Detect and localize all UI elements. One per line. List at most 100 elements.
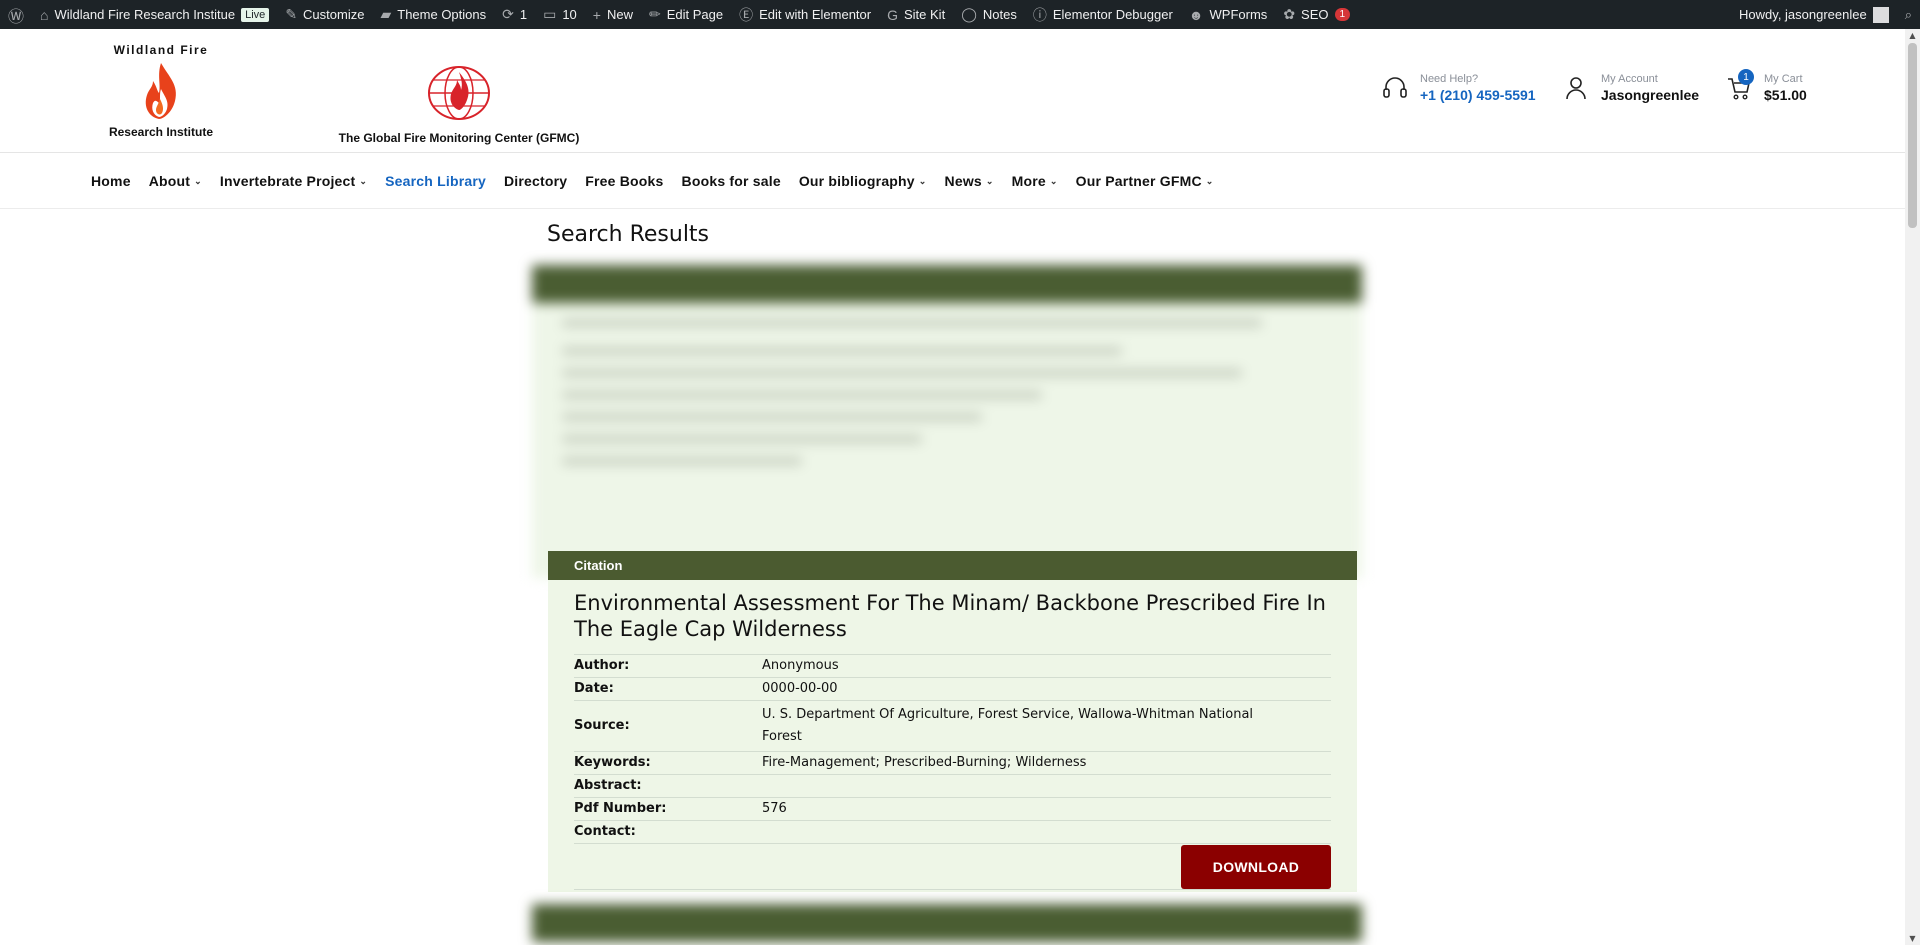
google-icon: G [887, 6, 898, 23]
theme-options-label: Theme Options [397, 7, 487, 22]
table-row: Abstract: [574, 774, 1331, 798]
site-kit-link[interactable]: G Site Kit [879, 0, 953, 29]
globe-fire-icon [428, 66, 490, 120]
wpforms-icon: ☻ [1188, 6, 1204, 23]
customize-link[interactable]: ✎ Customize [277, 0, 372, 29]
table-row: Date: 0000-00-00 [574, 677, 1331, 701]
nav-bibliography-label: Our bibliography [798, 173, 915, 189]
row-value: Fire-Management; Prescribed-Burning; Wil… [762, 751, 1331, 775]
new-label: New [606, 7, 633, 22]
refresh-icon: ⟳ [502, 6, 514, 22]
wfri-logo-line1: Wildland Fire [113, 43, 209, 57]
nav-books-for-sale[interactable]: Books for sale [682, 173, 781, 189]
blurred-card-body [532, 303, 1362, 578]
wordpress-menu[interactable]: Ⓦ [0, 0, 32, 29]
account-username: Jasongreenlee [1601, 87, 1700, 103]
nav-partner-label: Our Partner GFMC [1075, 173, 1202, 189]
nav-directory-label: Directory [504, 173, 568, 189]
wpforms-label: WPForms [1209, 7, 1268, 22]
seo-label: SEO [1301, 7, 1329, 22]
my-account-block[interactable]: My Account Jasongreenlee [1561, 73, 1699, 103]
user-icon [1561, 73, 1591, 103]
search-icon: ⌕ [1904, 6, 1912, 22]
wpforms-link[interactable]: ☻ WPForms [1181, 0, 1276, 29]
avatar [1872, 6, 1889, 23]
nav-home-label: Home [91, 173, 131, 189]
chevron-down-icon: ⌄ [918, 175, 927, 186]
nav-about[interactable]: About ⌄ [149, 173, 202, 189]
home-icon: ⌂ [40, 6, 49, 23]
row-value [762, 774, 1331, 798]
row-value: U. S. Department Of Agriculture, Forest … [762, 700, 1331, 752]
elementor-icon: Ⓔ [739, 6, 754, 23]
nav-free-books[interactable]: Free Books [585, 173, 663, 189]
chevron-down-icon: ⌄ [194, 175, 202, 186]
live-badge: Live [241, 7, 270, 22]
elementor-label: Edit with Elementor [759, 7, 872, 22]
comments-link[interactable]: ▭ 10 [535, 0, 585, 29]
blurred-result-card [532, 265, 1362, 578]
scrollbar-thumb[interactable] [1908, 43, 1917, 228]
row-value [762, 820, 1331, 844]
row-value: 576 [762, 797, 1331, 821]
nav-directory[interactable]: Directory [504, 173, 567, 189]
site-kit-label: Site Kit [904, 7, 946, 22]
row-label: Contact: [574, 820, 762, 844]
nav-our-bibliography[interactable]: Our bibliography ⌄ [799, 173, 927, 189]
my-cart-label: My Cart [1764, 73, 1803, 85]
flame-icon [145, 63, 176, 119]
nav-our-partner-gfmc[interactable]: Our Partner GFMC ⌄ [1076, 173, 1214, 189]
chevron-down-icon: ⌄ [985, 175, 994, 186]
nav-news[interactable]: News ⌄ [945, 173, 994, 189]
wfri-logo-line2: Research Institute [108, 125, 214, 139]
edit-page-link[interactable]: ✏ Edit Page [641, 0, 731, 29]
scroll-up-icon[interactable]: ▲ [1905, 31, 1920, 40]
download-row: DOWNLOAD [574, 844, 1331, 890]
row-label: Abstract: [574, 774, 762, 798]
my-account-menu[interactable]: Howdy, jasongreenlee [1731, 0, 1897, 29]
elementor-debugger-link[interactable]: ⓘ Elementor Debugger [1025, 0, 1181, 29]
nav-more-label: More [1011, 173, 1046, 189]
nav-about-label: About [148, 173, 191, 189]
site-header: Wildland Fire Research Institute The Glo… [0, 29, 1905, 153]
seo-count-badge: 1 [1334, 8, 1351, 21]
debugger-label: Elementor Debugger [1052, 7, 1173, 22]
nav-news-label: News [944, 173, 982, 189]
phone-number[interactable]: +1 (210) 459-5591 [1420, 87, 1536, 103]
table-row: Author: Anonymous [574, 654, 1331, 678]
nav-invertebrate-project[interactable]: Invertebrate Project ⌄ [220, 173, 367, 189]
notes-link[interactable]: ◯ Notes [953, 0, 1025, 29]
nav-search-library[interactable]: Search Library [385, 173, 486, 189]
notes-label: Notes [982, 7, 1017, 22]
site-name: Wildland Fire Research Institue [54, 7, 236, 22]
new-content-link[interactable]: + New [585, 0, 641, 29]
customize-label: Customize [303, 7, 365, 22]
my-cart-block[interactable]: 1 My Cart $51.00 [1724, 69, 1807, 103]
need-help-block[interactable]: Need Help? +1 (210) 459-5591 [1380, 73, 1536, 103]
updates-link[interactable]: ⟳ 1 [494, 0, 535, 29]
nav-home[interactable]: Home [91, 173, 131, 189]
row-label: Source: [574, 700, 762, 752]
scroll-down-icon[interactable]: ▼ [1905, 934, 1920, 943]
citation-card: Citation Environmental Assessment For Th… [548, 551, 1357, 892]
blurred-result-card [532, 904, 1362, 942]
table-row: Contact: [574, 820, 1331, 844]
page-title: Search Results [547, 222, 710, 247]
chevron-down-icon: ⌄ [359, 175, 368, 186]
download-button[interactable]: DOWNLOAD [1181, 844, 1331, 889]
edit-with-elementor-link[interactable]: Ⓔ Edit with Elementor [731, 0, 879, 29]
admin-search[interactable]: ⌕ [1897, 0, 1920, 29]
wfri-logo[interactable]: Wildland Fire Research Institute [96, 43, 226, 139]
need-help-label: Need Help? [1420, 73, 1479, 85]
blurred-card-header [532, 904, 1362, 942]
gfmc-logo[interactable]: The Global Fire Monitoring Center (GFMC) [334, 64, 584, 145]
theme-options-link[interactable]: ▰ Theme Options [372, 0, 494, 29]
main-navigation: Home About ⌄ Invertebrate Project ⌄ Search… [0, 154, 1905, 209]
citation-table: Author: Anonymous Date: 0000-00-00 Source:… [574, 654, 1331, 844]
page-scrollbar[interactable]: ▲ ▼ [1905, 29, 1920, 945]
seo-link[interactable]: ✿ SEO 1 [1275, 0, 1358, 29]
nav-more[interactable]: More ⌄ [1012, 173, 1058, 189]
site-name-menu[interactable]: ⌂ Wildland Fire Research Institue Live [32, 0, 277, 29]
row-label: Author: [574, 654, 762, 678]
my-account-label: My Account [1601, 73, 1658, 85]
